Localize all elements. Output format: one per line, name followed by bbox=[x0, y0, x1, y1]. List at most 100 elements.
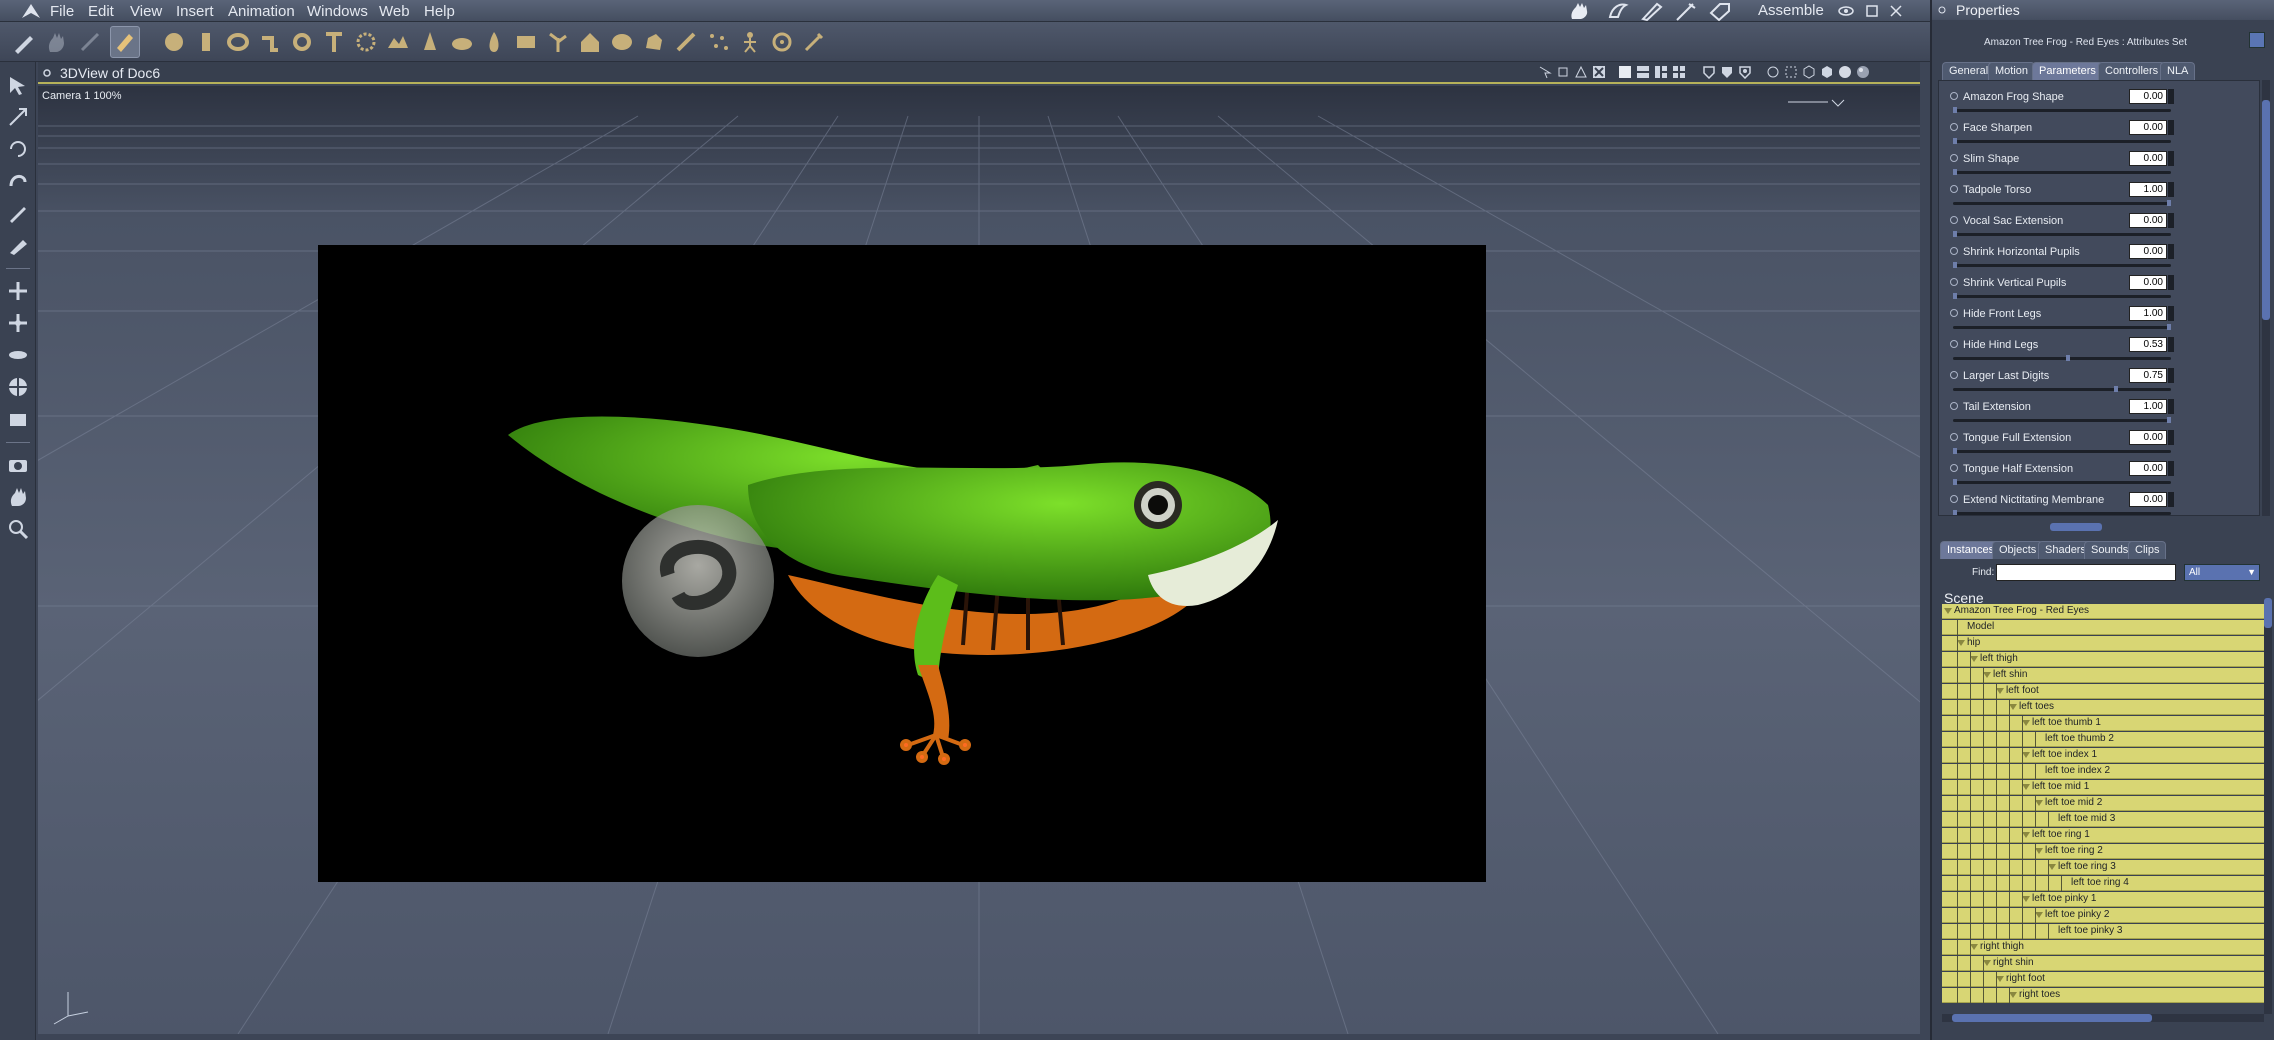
select-tool-icon[interactable] bbox=[7, 74, 29, 96]
param-slider[interactable] bbox=[1953, 481, 2171, 484]
tree-hscroll-thumb[interactable] bbox=[1952, 1014, 2152, 1022]
param-gear-icon[interactable] bbox=[1950, 495, 1958, 503]
param-slider-knob[interactable] bbox=[2167, 200, 2171, 206]
ring-primitive-icon[interactable] bbox=[290, 30, 314, 54]
param-slider-knob[interactable] bbox=[1953, 510, 1957, 515]
param-slider[interactable] bbox=[1953, 512, 2171, 515]
param-slider-knob[interactable] bbox=[1953, 231, 1957, 237]
tree-item[interactable]: left toe mid 2 bbox=[1942, 796, 2266, 811]
frog-model[interactable] bbox=[318, 245, 1486, 882]
hair-primitive-icon[interactable] bbox=[610, 30, 634, 54]
param-spinner[interactable] bbox=[2168, 213, 2174, 228]
solid-cube-icon[interactable] bbox=[1820, 65, 1834, 79]
cloud-primitive-icon[interactable] bbox=[450, 30, 474, 54]
textured-sphere-icon[interactable] bbox=[1856, 65, 1870, 79]
wire-cube-icon[interactable] bbox=[1802, 65, 1816, 79]
tree-item[interactable]: left toe ring 3 bbox=[1942, 860, 2266, 875]
fire-primitive-icon[interactable] bbox=[482, 30, 506, 54]
zoom-magnifier-icon[interactable] bbox=[7, 518, 29, 540]
expand-arrow-icon[interactable] bbox=[2035, 912, 2043, 918]
cylinder-primitive-icon[interactable] bbox=[194, 30, 218, 54]
param-gear-icon[interactable] bbox=[1950, 247, 1958, 255]
particles-primitive-icon[interactable] bbox=[706, 30, 730, 54]
terrain-primitive-icon[interactable] bbox=[386, 30, 410, 54]
figure-primitive-icon[interactable] bbox=[738, 30, 762, 54]
camera-tool-icon[interactable] bbox=[7, 454, 29, 476]
parameters-scroll-thumb[interactable] bbox=[2262, 100, 2270, 320]
text-primitive-icon[interactable] bbox=[322, 30, 346, 54]
param-gear-icon[interactable] bbox=[1950, 464, 1958, 472]
tab-clips[interactable]: Clips bbox=[2128, 541, 2167, 559]
tree-item[interactable]: right foot bbox=[1942, 972, 2266, 987]
expand-arrow-icon[interactable] bbox=[2022, 784, 2030, 790]
tree-item[interactable]: left foot bbox=[1942, 684, 2266, 699]
app-logo-icon[interactable] bbox=[20, 2, 42, 20]
expand-arrow-icon[interactable] bbox=[2035, 800, 2043, 806]
move-tool-icon[interactable] bbox=[7, 280, 29, 302]
param-slider[interactable] bbox=[1953, 202, 2171, 205]
tab-nla[interactable]: NLA bbox=[2160, 62, 2196, 80]
brush-tool-icon[interactable] bbox=[12, 30, 36, 54]
tree-item[interactable]: right thigh bbox=[1942, 940, 2266, 955]
scale-mode-icon[interactable] bbox=[1556, 65, 1570, 79]
tree-item[interactable]: left toe ring 4 bbox=[1942, 876, 2266, 891]
menu-windows[interactable]: Windows bbox=[307, 3, 368, 20]
param-slider[interactable] bbox=[1953, 450, 2171, 453]
param-slider-knob[interactable] bbox=[1953, 262, 1957, 268]
param-gear-icon[interactable] bbox=[1950, 216, 1958, 224]
param-slider[interactable] bbox=[1953, 233, 2171, 236]
dolly-tool-icon[interactable] bbox=[7, 408, 29, 430]
bone-primitive-icon[interactable] bbox=[674, 30, 698, 54]
expand-arrow-icon[interactable] bbox=[2048, 864, 2056, 870]
param-value-field[interactable]: 0.00 bbox=[2129, 492, 2167, 507]
orbit-tool-icon[interactable] bbox=[7, 376, 29, 398]
param-value-field[interactable]: 0.00 bbox=[2129, 89, 2167, 104]
menu-web[interactable]: Web bbox=[379, 3, 410, 20]
tree-item[interactable]: left toe mid 1 bbox=[1942, 780, 2266, 795]
maximize-icon[interactable] bbox=[1866, 5, 1878, 17]
find-input[interactable] bbox=[1996, 564, 2176, 581]
expand-arrow-icon[interactable] bbox=[2022, 720, 2030, 726]
torus-primitive-icon[interactable] bbox=[226, 30, 250, 54]
param-slider-knob[interactable] bbox=[2167, 417, 2171, 423]
room-pen-icon[interactable] bbox=[1674, 1, 1698, 21]
expand-arrow-icon[interactable] bbox=[1970, 944, 1978, 950]
param-slider-knob[interactable] bbox=[1953, 448, 1957, 454]
param-value-field[interactable]: 1.00 bbox=[2129, 306, 2167, 321]
tree-item[interactable]: left toe mid 3 bbox=[1942, 812, 2266, 827]
dotted-box-icon[interactable] bbox=[1784, 65, 1798, 79]
crosshair-icon[interactable] bbox=[1592, 65, 1606, 79]
param-slider-knob[interactable] bbox=[1953, 293, 1957, 299]
expand-arrow-icon[interactable] bbox=[2009, 704, 2017, 710]
collapse-button[interactable] bbox=[2249, 32, 2265, 48]
expand-arrow-icon[interactable] bbox=[2022, 896, 2030, 902]
camera-gizmo-icon[interactable] bbox=[1788, 98, 1858, 112]
room-paint-icon[interactable] bbox=[1640, 1, 1664, 21]
param-slider-knob[interactable] bbox=[2066, 355, 2071, 361]
three-view-icon[interactable] bbox=[1654, 65, 1668, 79]
param-slider[interactable] bbox=[1953, 357, 2171, 360]
param-value-field[interactable]: 1.00 bbox=[2129, 399, 2167, 414]
menu-insert[interactable]: Insert bbox=[176, 3, 214, 20]
panel-menu-icon[interactable] bbox=[1938, 6, 1946, 14]
pencil-tool-icon[interactable] bbox=[7, 202, 29, 224]
param-slider[interactable] bbox=[1953, 388, 2171, 391]
param-spinner[interactable] bbox=[2168, 120, 2174, 135]
param-gear-icon[interactable] bbox=[1950, 402, 1958, 410]
expand-arrow-icon[interactable] bbox=[2035, 848, 2043, 854]
tree-item[interactable]: left thigh bbox=[1942, 652, 2266, 667]
tree-item[interactable]: right shin bbox=[1942, 956, 2266, 971]
tree-item[interactable]: left toe pinky 1 bbox=[1942, 892, 2266, 907]
param-gear-icon[interactable] bbox=[1950, 154, 1958, 162]
plant-primitive-icon[interactable] bbox=[546, 30, 570, 54]
wand-tool-icon[interactable] bbox=[802, 30, 826, 54]
tree-item[interactable]: left toe thumb 2 bbox=[1942, 732, 2266, 747]
param-spinner[interactable] bbox=[2168, 244, 2174, 259]
param-slider[interactable] bbox=[1953, 140, 2171, 143]
select-mode-icon[interactable] bbox=[1538, 65, 1552, 79]
tree-item[interactable]: hip bbox=[1942, 636, 2266, 651]
param-slider[interactable] bbox=[1953, 109, 2171, 112]
panel-splitter[interactable] bbox=[2050, 523, 2102, 531]
3d-viewport[interactable]: Camera 1 100% bbox=[38, 86, 1920, 1034]
expand-arrow-icon[interactable] bbox=[2022, 752, 2030, 758]
